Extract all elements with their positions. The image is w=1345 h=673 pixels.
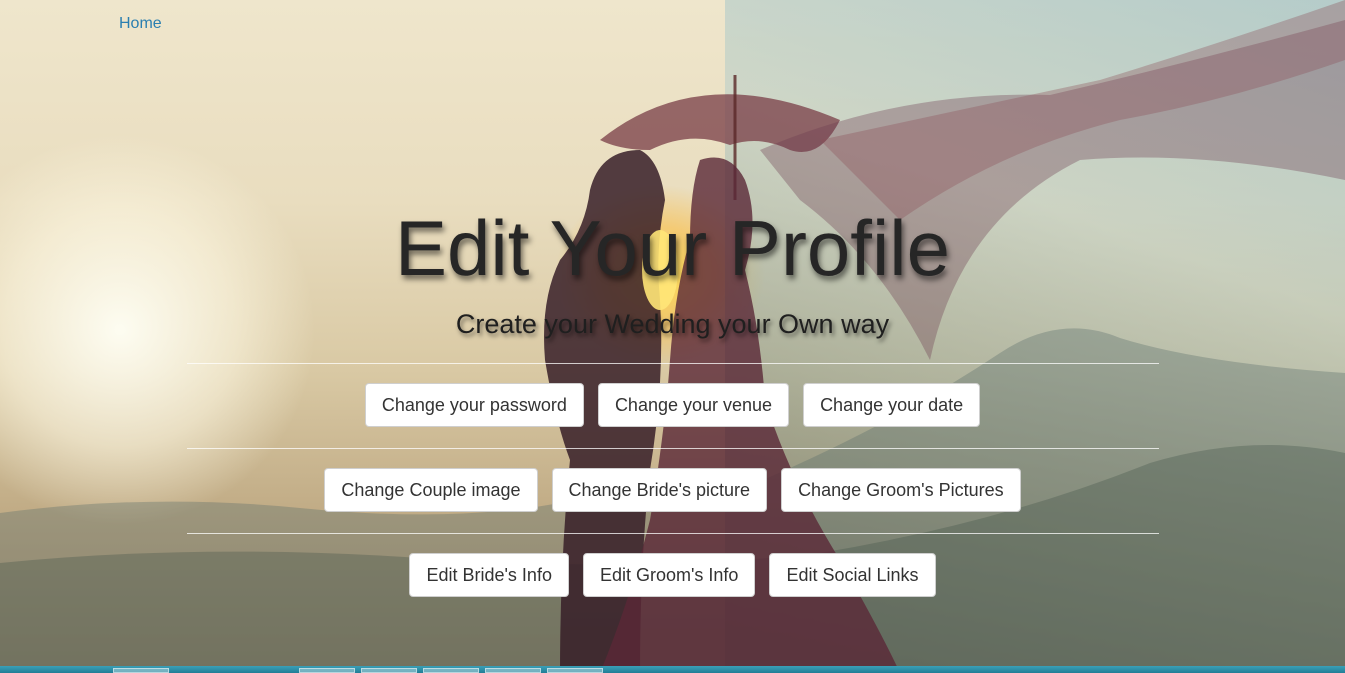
edit-groom-info-button[interactable]: Edit Groom's Info	[582, 553, 756, 597]
account-actions-row: Change your password Change your venue C…	[0, 383, 1345, 429]
change-bride-picture-button[interactable]: Change Bride's picture	[551, 468, 768, 512]
taskbar-item[interactable]	[423, 668, 479, 673]
image-actions-row: Change Couple image Change Bride's pictu…	[0, 468, 1345, 514]
change-groom-pictures-button[interactable]: Change Groom's Pictures	[781, 468, 1021, 512]
divider-bottom	[187, 533, 1159, 534]
os-taskbar	[0, 666, 1345, 673]
page-title: Edit Your Profile	[394, 204, 951, 292]
change-venue-button[interactable]: Change your venue	[597, 383, 790, 427]
profile-edit-page: Home Edit Your Profile Create your Weddi…	[0, 0, 1345, 673]
edit-bride-info-button[interactable]: Edit Bride's Info	[409, 553, 569, 597]
divider-middle	[187, 448, 1159, 449]
home-link[interactable]: Home	[119, 15, 162, 33]
change-couple-image-button[interactable]: Change Couple image	[324, 468, 538, 512]
change-password-button[interactable]: Change your password	[364, 383, 584, 427]
taskbar-item[interactable]	[485, 668, 541, 673]
edit-social-links-button[interactable]: Edit Social Links	[769, 553, 936, 597]
divider-top	[187, 363, 1159, 364]
taskbar-item[interactable]	[361, 668, 417, 673]
taskbar-item[interactable]	[299, 668, 355, 673]
info-actions-row: Edit Bride's Info Edit Groom's Info Edit…	[0, 553, 1345, 599]
taskbar-item[interactable]	[547, 668, 603, 673]
change-date-button[interactable]: Change your date	[803, 383, 981, 427]
page-subtitle: Create your Wedding your Own way	[455, 309, 890, 339]
taskbar-item[interactable]	[113, 668, 169, 673]
